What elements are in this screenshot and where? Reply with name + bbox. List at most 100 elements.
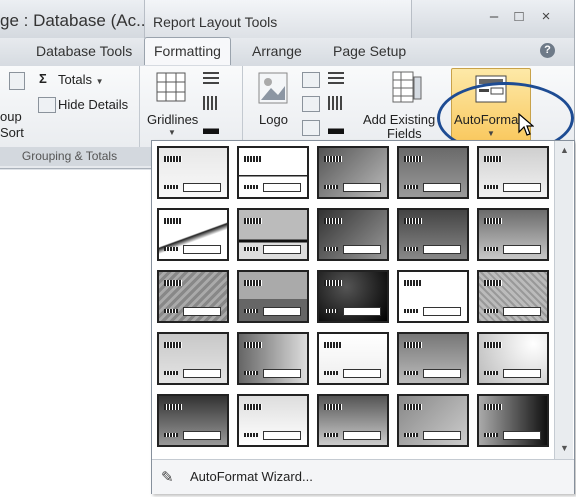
border-color-icon[interactable] [328,120,344,134]
date-time-icon[interactable] [302,120,320,136]
autoformat-style-thumbnail[interactable] [157,146,229,199]
close-button[interactable]: × [536,8,556,25]
group-label-bottom[interactable]: Sort [0,125,24,140]
autoformat-style-thumbnail[interactable] [397,332,469,385]
thumbnail-label-marker [484,371,498,375]
autoformat-style-thumbnail[interactable] [317,146,389,199]
autoformat-style-thumbnail[interactable] [477,394,549,447]
autoformat-style-thumbnail[interactable] [237,332,309,385]
thumbnail-title-marker [164,342,182,348]
thumbnail-title-marker [404,342,422,348]
thumbnail-textbox [503,307,541,316]
border-thickness-icon[interactable] [328,72,344,86]
hide-details-icon [38,97,56,113]
help-icon[interactable]: ? [540,43,555,58]
thumbnail-title-marker [404,218,422,224]
thumbnail-label-marker [244,247,258,251]
thumbnail-textbox [263,307,301,316]
thumbnail-textbox [423,307,461,316]
thumbnail-textbox [343,307,381,316]
add-existing-fields-label-1[interactable]: Add Existing [363,112,435,127]
thumbnail-label-marker [324,371,338,375]
thumbnail-textbox [343,183,381,192]
title-bar: ge : Database (Ac... Report Layout Tools… [0,0,574,38]
thumbnail-title-marker [244,342,262,348]
logo-icon[interactable] [258,72,288,106]
thumbnail-textbox [263,183,301,192]
autoformat-style-thumbnail[interactable] [397,270,469,323]
gallery-scrollbar[interactable]: ▲ ▼ [554,141,573,459]
tab-database-tools[interactable]: Database Tools [36,43,132,59]
autoformat-style-thumbnail[interactable] [477,332,549,385]
thumbnail-label-marker [324,185,338,189]
thumbnail-title-marker [244,404,262,410]
autoformat-style-thumbnail[interactable] [157,208,229,261]
maximize-button[interactable]: □ [509,8,529,25]
autoformat-style-thumbnail[interactable] [317,208,389,261]
autoformat-style-thumbnail[interactable] [237,146,309,199]
gridlines-button[interactable]: Gridlines [147,112,198,127]
logo-button[interactable]: Logo [259,112,288,127]
autoformat-style-thumbnail[interactable] [397,208,469,261]
autoformat-style-thumbnail[interactable] [317,270,389,323]
thumbnail-label-marker [484,433,498,437]
report-layout-tools-context: Report Layout Tools [144,0,412,38]
thumbnail-label-marker [164,185,178,189]
group-grouping-totals-label: Grouping & Totals [0,147,139,166]
window-title: ge : Database (Ac... [0,11,151,30]
autoformat-style-thumbnail[interactable] [397,146,469,199]
thumbnail-label-marker [324,309,338,313]
add-existing-fields-icon[interactable] [392,71,422,105]
thumbnail-title-marker [324,342,342,348]
minimize-button[interactable]: – [484,8,504,25]
thumbnail-textbox [423,431,461,440]
autoformat-style-thumbnail[interactable] [237,208,309,261]
totals-button[interactable]: Totals ▼ [58,72,104,87]
thumbnail-textbox [423,245,461,254]
thumbnail-title-marker [244,280,262,286]
thumbnail-textbox [503,369,541,378]
hide-details-button[interactable]: Hide Details [58,97,128,112]
autoformat-style-thumbnail[interactable] [397,394,469,447]
thumbnail-textbox [183,183,221,192]
autoformat-style-thumbnail[interactable] [317,394,389,447]
autoformat-wizard-item[interactable]: ✎ AutoFormat Wizard... [152,459,574,494]
scroll-up-icon[interactable]: ▲ [560,145,569,155]
thumbnail-title-marker [164,156,182,162]
ribbon-tabs: Database Tools Formatting Arrange Page S… [0,37,574,67]
title-icon[interactable] [302,72,320,88]
tab-formatting[interactable]: Formatting [144,37,231,65]
thumbnail-label-marker [484,309,498,313]
page-numbers-icon[interactable] [302,96,320,112]
group-grouping-totals: oup Sort Σ Totals ▼ Hide Details Groupin… [0,66,140,166]
autoformat-style-thumbnail[interactable] [157,332,229,385]
thumbnail-title-marker [164,218,182,224]
border-type-icon[interactable] [328,96,344,110]
autoformat-style-thumbnail[interactable] [157,394,229,447]
gridlines-icon[interactable] [156,72,186,102]
sigma-icon: Σ [39,71,47,86]
scroll-down-icon[interactable]: ▼ [560,443,569,453]
add-existing-fields-label-2[interactable]: Fields [387,126,422,141]
thumbnail-textbox [423,183,461,192]
autoformat-style-thumbnail[interactable] [317,332,389,385]
tab-arrange[interactable]: Arrange [252,43,302,59]
autoformat-style-thumbnail[interactable] [237,394,309,447]
line-type-icon[interactable] [203,96,219,110]
thumbnail-textbox [503,245,541,254]
autoformat-style-thumbnail[interactable] [477,270,549,323]
line-color-icon[interactable] [203,120,219,134]
thumbnail-textbox [183,431,221,440]
thumbnail-label-marker [324,433,338,437]
autoformat-style-thumbnail[interactable] [477,146,549,199]
gridlines-caret-icon[interactable]: ▼ [168,128,176,137]
autoformat-style-thumbnail[interactable] [157,270,229,323]
thumbnail-label-marker [484,185,498,189]
autoformat-style-thumbnail[interactable] [237,270,309,323]
mouse-pointer-icon [518,113,534,136]
autoformat-style-thumbnail[interactable] [477,208,549,261]
group-label-top[interactable]: oup [0,109,22,124]
tab-page-setup[interactable]: Page Setup [333,43,406,59]
line-thickness-icon[interactable] [203,72,219,86]
thumbnail-label-marker [164,309,178,313]
